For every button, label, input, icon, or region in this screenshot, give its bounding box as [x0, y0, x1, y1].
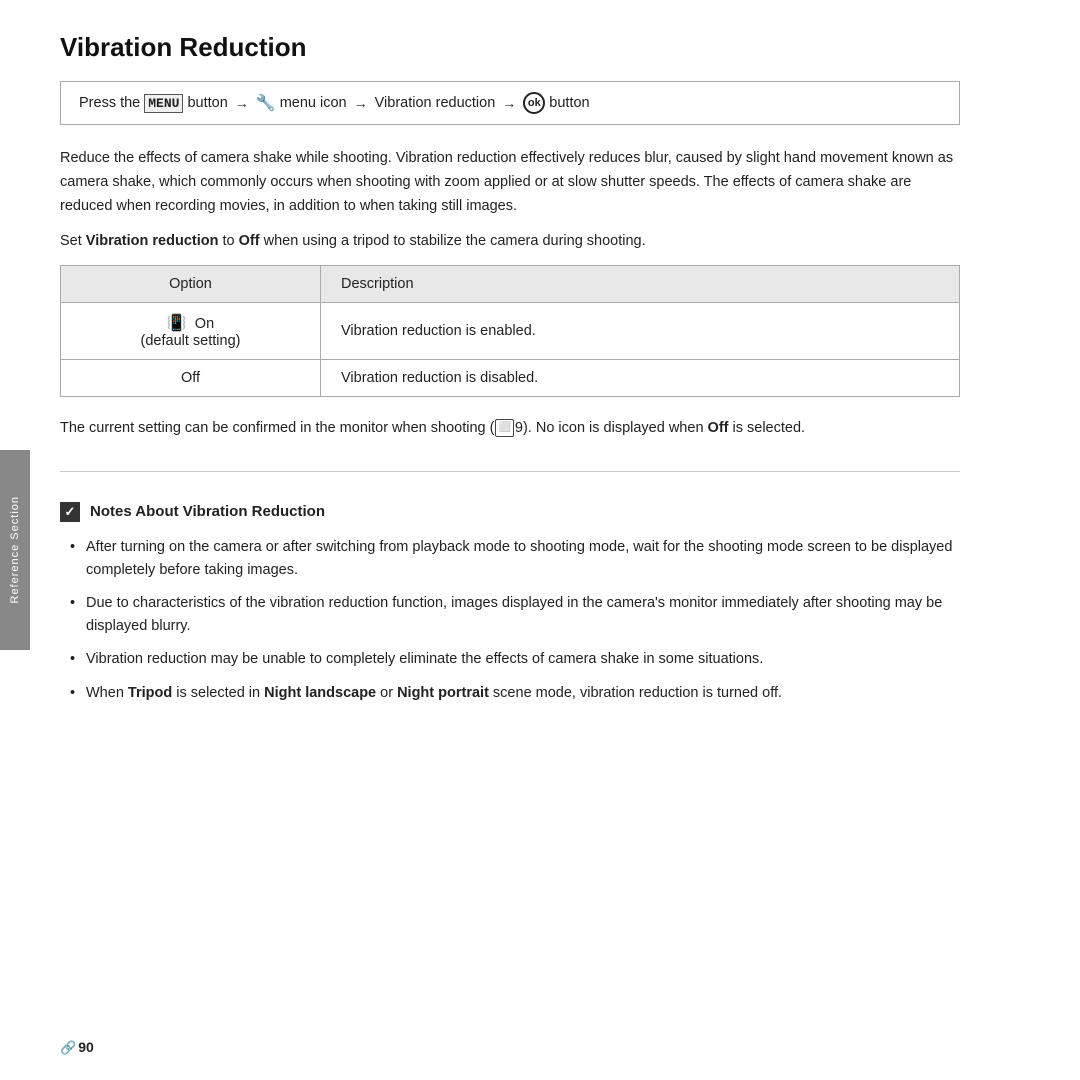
- notes-header: ✓ Notes About Vibration Reduction: [60, 502, 960, 522]
- nav-button-label: button: [187, 95, 227, 111]
- nav-menu-icon-label: menu icon: [280, 95, 347, 111]
- table-row: 📳 On (default setting) Vibration reducti…: [61, 302, 960, 359]
- confirm-text-2: ). No icon is displayed when: [523, 420, 708, 436]
- footer-area: 🔗90: [60, 1039, 94, 1056]
- page-ref-box: ⬜: [495, 419, 513, 438]
- table-cell-desc-1: Vibration reduction is enabled.: [321, 302, 960, 359]
- main-content: Vibration Reduction Press the MENU butto…: [0, 0, 1020, 747]
- footer-page: 90: [78, 1039, 94, 1055]
- table-row: Off Vibration reduction is disabled.: [61, 359, 960, 396]
- nav-prefix: Press the: [79, 95, 140, 111]
- note4-night-landscape: Night landscape: [264, 685, 376, 701]
- table-header-option: Option: [61, 265, 321, 302]
- options-table: Option Description 📳 On (default setting…: [60, 265, 960, 397]
- arrow-icon-3: →: [502, 95, 516, 111]
- check-icon: ✓: [60, 502, 80, 522]
- notes-section: ✓ Notes About Vibration Reduction After …: [60, 502, 960, 705]
- arrow-icon-1: →: [235, 95, 249, 111]
- note4-tripod: Tripod: [128, 685, 172, 701]
- note-item-1: After turning on the camera or after swi…: [70, 536, 960, 582]
- note-item-4: When Tripod is selected in Night landsca…: [70, 682, 960, 705]
- note4-night-portrait: Night portrait: [397, 685, 489, 701]
- note-item-2: Due to characteristics of the vibration …: [70, 592, 960, 638]
- sidebar: Reference Section: [0, 450, 30, 650]
- confirm-bold-off: Off: [708, 420, 729, 436]
- nav-box: Press the MENU button → 🔧 menu icon → Vi…: [60, 81, 960, 125]
- description-text: Reduce the effects of camera shake while…: [60, 147, 960, 219]
- confirm-text-1: The current setting can be confirmed in …: [60, 420, 494, 436]
- option-on-label: On: [191, 316, 214, 332]
- nav-ok-label: button: [549, 95, 589, 111]
- ok-button-icon: ok: [523, 92, 545, 114]
- option-default-label: (default setting): [141, 333, 241, 349]
- confirm-ref: 9: [515, 420, 523, 436]
- table-cell-option-1: 📳 On (default setting): [61, 302, 321, 359]
- menu-word: MENU: [144, 94, 183, 113]
- confirm-text-3: is selected.: [728, 420, 805, 436]
- confirm-text: The current setting can be confirmed in …: [60, 417, 960, 441]
- set-bold-vr: Vibration reduction: [86, 233, 219, 249]
- table-cell-desc-2: Vibration reduction is disabled.: [321, 359, 960, 396]
- note-item-3: Vibration reduction may be unable to com…: [70, 648, 960, 671]
- table-cell-option-2: Off: [61, 359, 321, 396]
- wrench-icon: 🔧: [256, 93, 276, 113]
- vr-on-icon: 📳: [167, 315, 187, 332]
- set-bold-off: Off: [239, 233, 260, 249]
- nav-vibration-label: Vibration reduction: [375, 95, 496, 111]
- sidebar-label: Reference Section: [9, 496, 21, 604]
- section-divider: [60, 471, 960, 472]
- set-line: Set Vibration reduction to Off when usin…: [60, 233, 960, 249]
- footer-icon: 🔗: [60, 1040, 76, 1055]
- notes-list: After turning on the camera or after swi…: [60, 536, 960, 705]
- notes-title: Notes About Vibration Reduction: [90, 503, 325, 520]
- page-title: Vibration Reduction: [60, 32, 960, 63]
- arrow-icon-2: →: [354, 95, 368, 111]
- table-header-description: Description: [321, 265, 960, 302]
